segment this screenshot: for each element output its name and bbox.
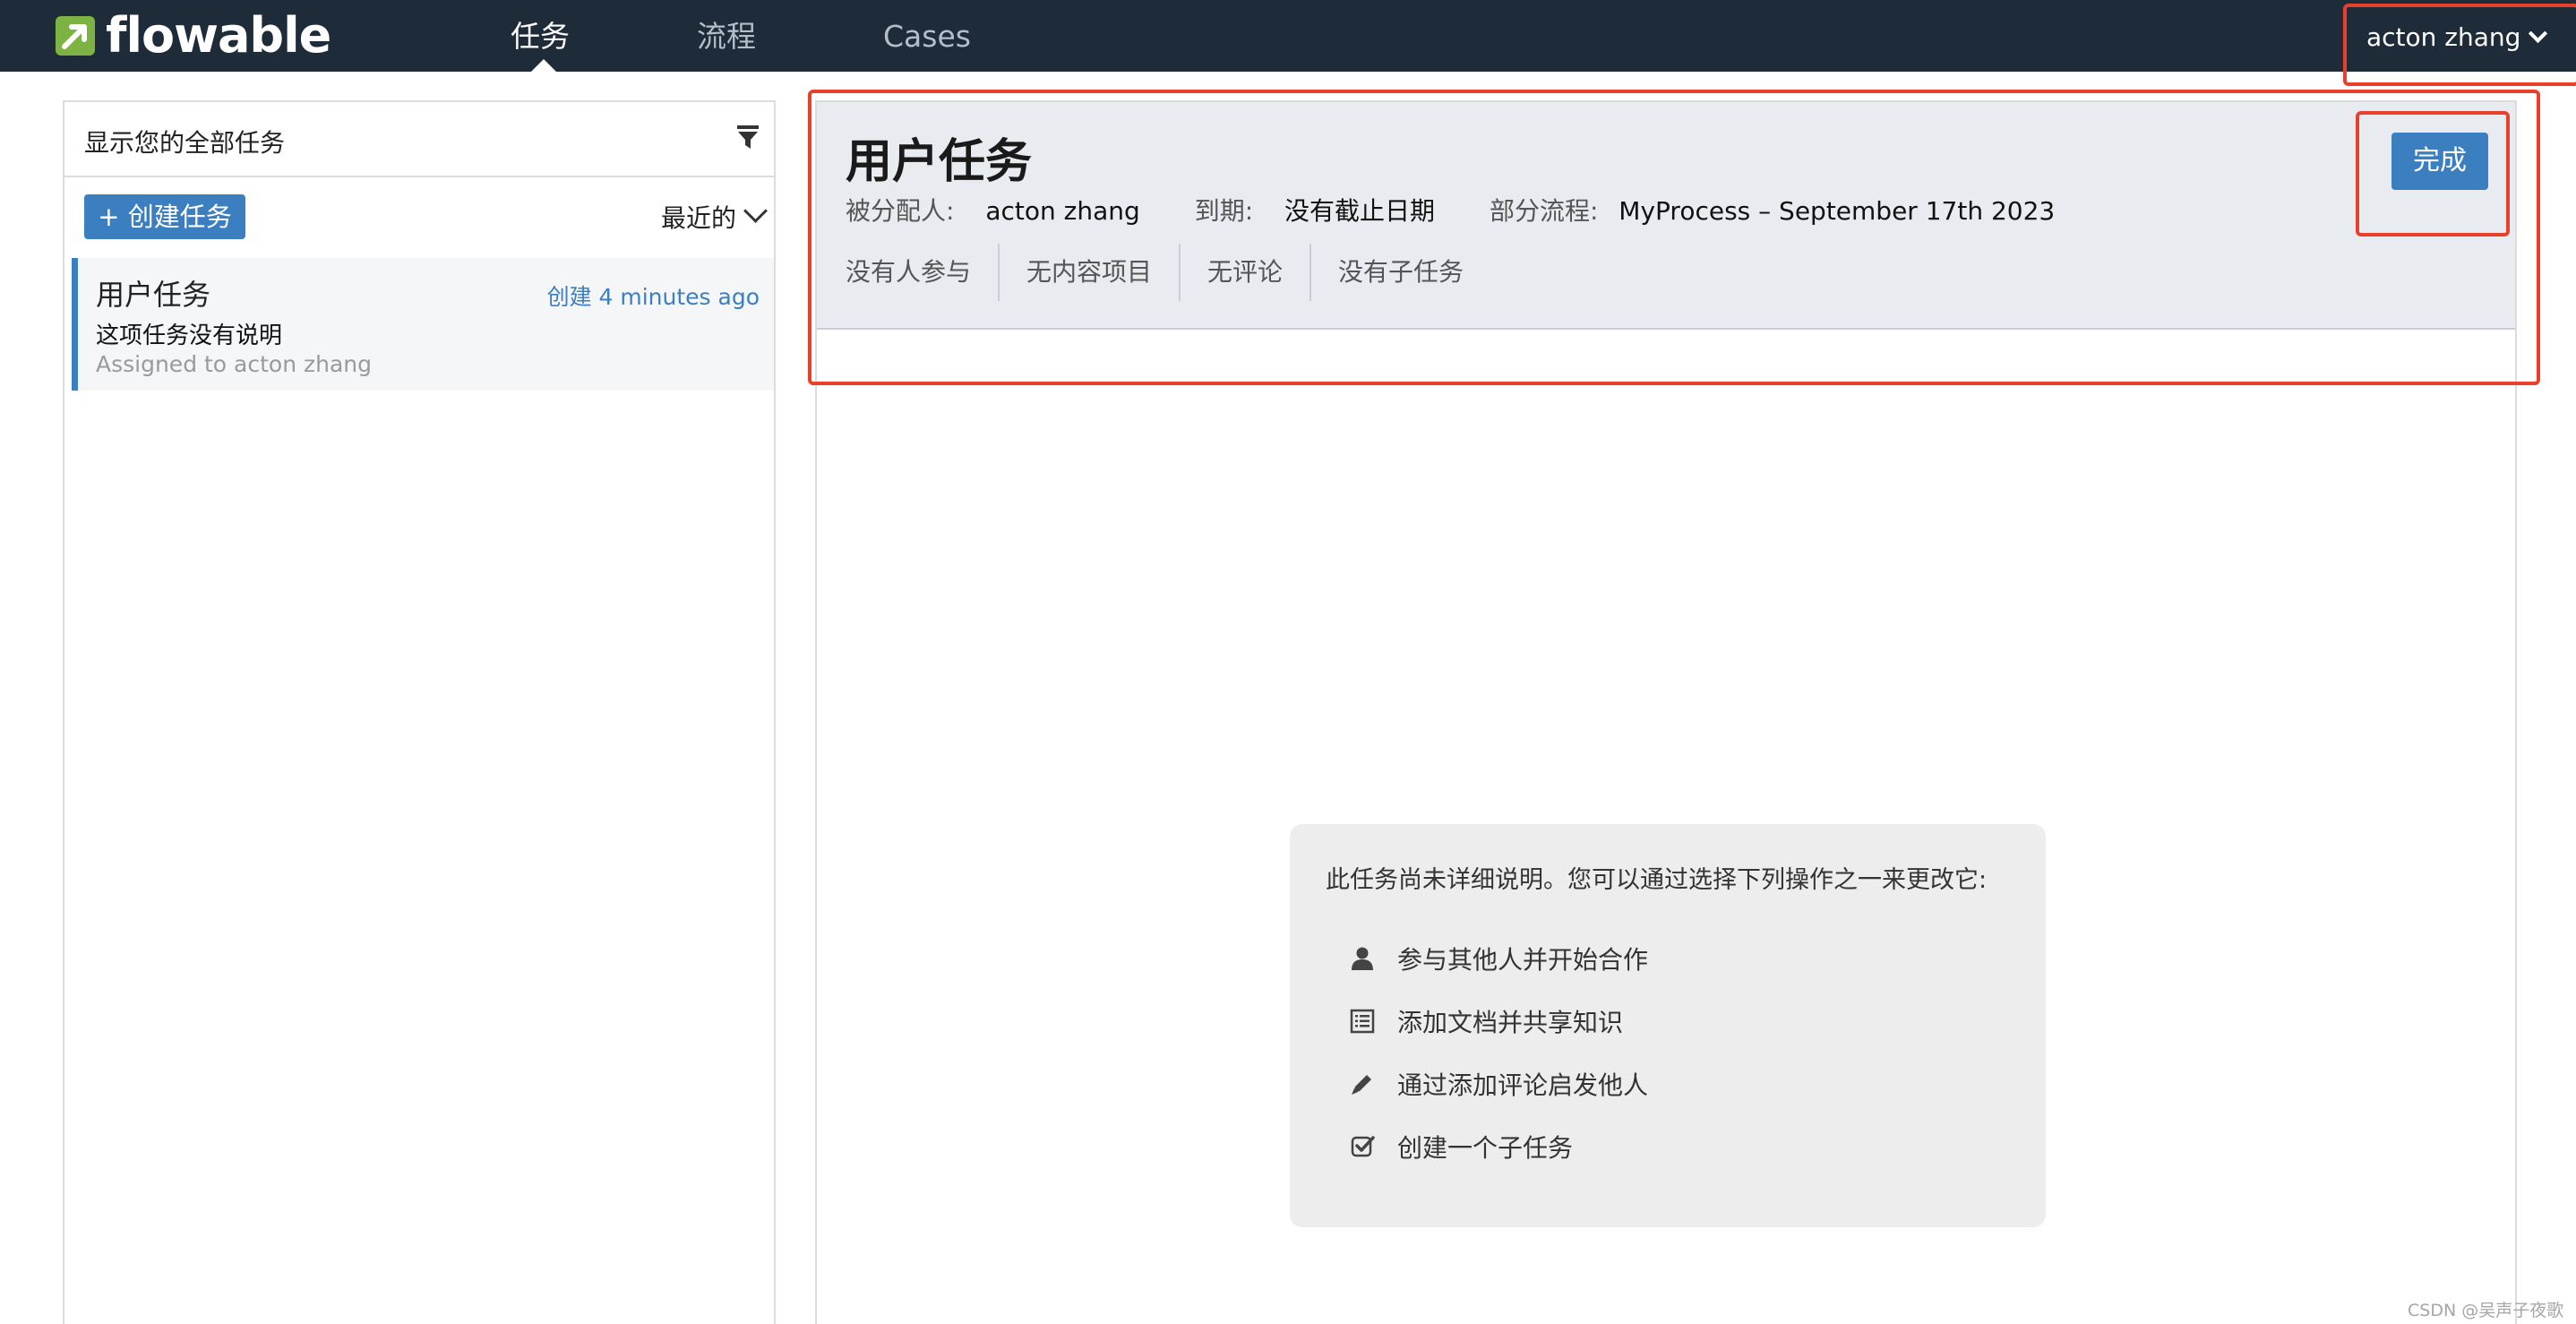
chevron-down-icon	[743, 199, 768, 223]
involved-people-tab[interactable]: 没有人参与	[846, 244, 998, 301]
task-help-box: 此任务尚未详细说明。您可以通过选择下列操作之一来更改它: 参与其他人并开始合作 …	[1290, 824, 2046, 1227]
tab-cases[interactable]: Cases	[883, 0, 971, 72]
subtasks-tab[interactable]: 没有子任务	[1309, 244, 1490, 301]
flowable-logo-icon	[56, 16, 95, 56]
assignee-label: 被分配人:	[846, 196, 955, 226]
create-subtask-action[interactable]: 创建一个子任务	[1349, 1129, 1573, 1165]
process-label: 部分流程:	[1489, 196, 1599, 226]
task-filter-bar[interactable]: 显示您的全部任务	[64, 102, 774, 177]
filter-label: 显示您的全部任务	[84, 128, 286, 158]
content-items-tab[interactable]: 无内容项目	[998, 244, 1179, 301]
due-label: 到期:	[1194, 196, 1254, 226]
sort-dropdown[interactable]: 最近的	[661, 199, 768, 235]
help-item-label: 创建一个子任务	[1397, 1133, 1574, 1163]
involve-people-action[interactable]: 参与其他人并开始合作	[1349, 941, 1648, 976]
task-meta: 被分配人: acton zhang 到期: 没有截止日期 部分流程: MyPro…	[846, 192, 2055, 228]
due-value[interactable]: 没有截止日期	[1284, 196, 1435, 226]
help-item-label: 添加文档并共享知识	[1397, 1008, 1624, 1037]
flowable-logo[interactable]: flowable	[54, 7, 331, 64]
process-link[interactable]: MyProcess – September 17th 2023	[1619, 196, 2055, 226]
task-header: 用户任务 被分配人: acton zhang 到期: 没有截止日期 部分流程: …	[817, 102, 2515, 330]
tab-processes[interactable]: 流程	[697, 0, 756, 72]
task-item-description: 这项任务没有说明	[96, 322, 283, 349]
filter-icon[interactable]	[734, 124, 761, 150]
sort-label: 最近的	[661, 203, 737, 233]
task-item-title: 用户任务	[96, 278, 211, 312]
add-document-action[interactable]: 添加文档并共享知识	[1349, 1003, 1623, 1039]
assignee-value[interactable]: acton zhang	[985, 196, 1139, 226]
checkbox-icon	[1351, 1136, 1375, 1157]
top-navigation-bar: flowable 任务 流程 Cases acton zhang	[0, 0, 2576, 72]
task-item-created: 创建 4 minutes ago	[546, 284, 760, 310]
complete-button[interactable]: 完成	[2391, 133, 2488, 190]
user-name: acton zhang	[2366, 22, 2521, 52]
watermark: CSDN @吴声子夜歌	[2408, 1301, 2564, 1320]
comments-tab[interactable]: 无评论	[1179, 244, 1309, 301]
add-comment-action[interactable]: 通过添加评论启发他人	[1349, 1066, 1648, 1102]
task-stats: 没有人参与 无内容项目 无评论 没有子任务	[846, 244, 1490, 301]
user-icon	[1352, 947, 1373, 970]
create-task-button[interactable]: + 创建任务	[84, 194, 245, 239]
logo-text: flowable	[106, 7, 331, 64]
help-intro: 此任务尚未详细说明。您可以通过选择下列操作之一来更改它:	[1326, 866, 1988, 894]
document-icon	[1350, 1009, 1375, 1034]
help-item-label: 通过添加评论启发他人	[1397, 1070, 1649, 1100]
task-list-panel: 显示您的全部任务 + 创建任务 最近的 用户任务 创建 4 minutes ag…	[63, 100, 776, 1324]
chevron-down-icon	[2529, 23, 2548, 44]
task-list-item[interactable]: 用户任务 创建 4 minutes ago 这项任务没有说明 Assigned …	[72, 258, 774, 391]
task-title: 用户任务	[846, 135, 1033, 189]
task-item-assignee: Assigned to acton zhang	[96, 351, 373, 377]
pencil-icon	[1352, 1075, 1371, 1095]
active-tab-indicator	[531, 59, 556, 72]
user-menu[interactable]: acton zhang	[2366, 0, 2548, 72]
task-detail-panel: 用户任务 被分配人: acton zhang 到期: 没有截止日期 部分流程: …	[815, 100, 2517, 1324]
help-item-label: 参与其他人并开始合作	[1397, 945, 1649, 975]
